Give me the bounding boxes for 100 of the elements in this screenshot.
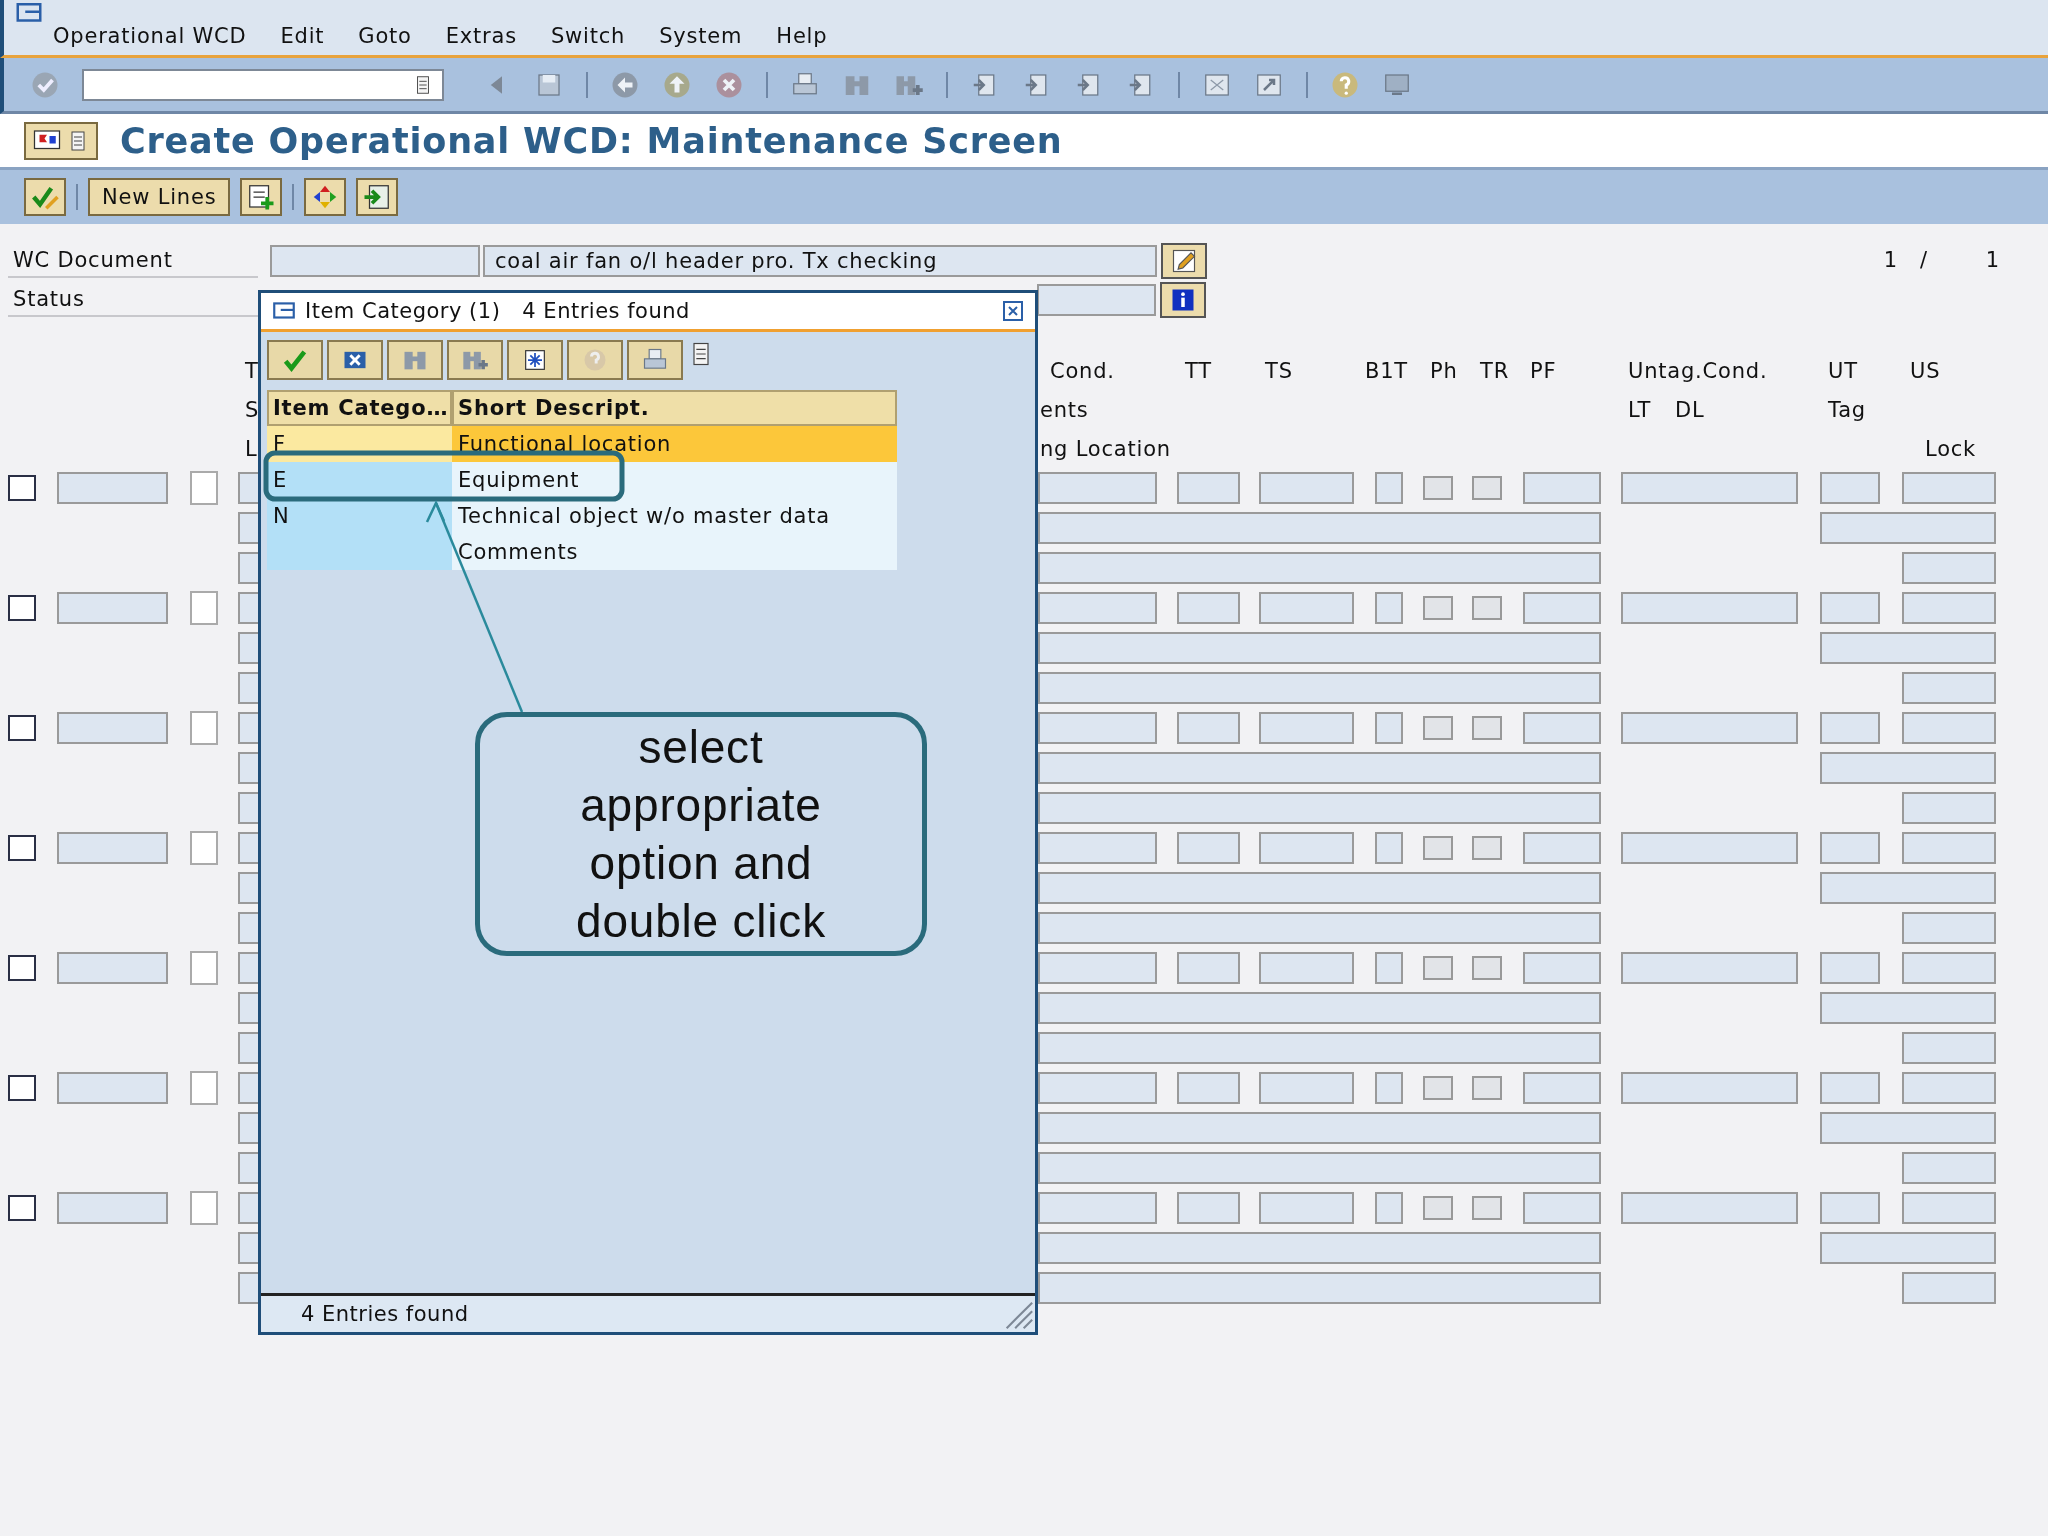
input-field[interactable] xyxy=(190,1191,218,1225)
screen-button[interactable] xyxy=(24,121,98,160)
binoculars-button[interactable] xyxy=(387,340,443,380)
input-field[interactable] xyxy=(1820,872,1996,904)
checkbox[interactable] xyxy=(1472,1076,1502,1100)
checkbox[interactable] xyxy=(8,475,36,501)
input-field[interactable] xyxy=(57,712,168,744)
input-field[interactable] xyxy=(1820,1072,1880,1104)
input-field[interactable] xyxy=(1621,472,1798,504)
input-field[interactable] xyxy=(1820,952,1880,984)
description-field[interactable]: coal air fan o/l header pro. Tx checking xyxy=(483,245,1157,277)
input-field[interactable] xyxy=(1259,472,1354,504)
input-field[interactable] xyxy=(1375,712,1403,744)
cancel-button[interactable] xyxy=(327,340,383,380)
check-button[interactable] xyxy=(267,340,323,380)
input-field[interactable] xyxy=(1259,1072,1354,1104)
checkbox[interactable] xyxy=(1423,716,1453,740)
input-field[interactable] xyxy=(1375,1192,1403,1224)
checkbox[interactable] xyxy=(8,955,36,981)
input-field[interactable] xyxy=(57,592,168,624)
input-field[interactable] xyxy=(1259,832,1354,864)
input-field[interactable] xyxy=(1820,472,1880,504)
input-field[interactable] xyxy=(238,992,260,1024)
input-field[interactable] xyxy=(1621,952,1798,984)
input-field[interactable] xyxy=(1902,592,1996,624)
input-field[interactable] xyxy=(1820,512,1996,544)
edit-button[interactable] xyxy=(1161,243,1207,279)
input-field[interactable] xyxy=(1038,1272,1601,1304)
input-field[interactable] xyxy=(1902,1072,1996,1104)
input-field[interactable] xyxy=(1038,832,1157,864)
input-field[interactable] xyxy=(1820,1232,1996,1264)
input-field[interactable] xyxy=(1902,1192,1996,1224)
input-field[interactable] xyxy=(1038,1192,1157,1224)
input-field[interactable] xyxy=(57,1192,168,1224)
input-field[interactable] xyxy=(1375,592,1403,624)
input-field[interactable] xyxy=(1902,1152,1996,1184)
input-field[interactable] xyxy=(238,1152,260,1184)
input-field[interactable] xyxy=(1523,1072,1601,1104)
input-field[interactable] xyxy=(270,245,480,277)
input-field[interactable] xyxy=(1820,1112,1996,1144)
input-field[interactable] xyxy=(1621,712,1798,744)
list-row[interactable]: N Technical object w/o master data xyxy=(267,498,897,534)
input-field[interactable] xyxy=(1038,952,1157,984)
input-field[interactable] xyxy=(1902,1272,1996,1304)
input-field[interactable] xyxy=(1375,832,1403,864)
input-field[interactable] xyxy=(1177,472,1240,504)
input-field[interactable] xyxy=(1902,912,1996,944)
checkbox[interactable] xyxy=(8,1075,36,1101)
input-field[interactable] xyxy=(238,1192,260,1224)
input-field[interactable] xyxy=(1820,592,1880,624)
checkbox[interactable] xyxy=(1472,836,1502,860)
checkbox[interactable] xyxy=(1472,716,1502,740)
checkbox[interactable] xyxy=(8,715,36,741)
input-field[interactable] xyxy=(57,952,168,984)
input-field[interactable] xyxy=(1621,1072,1798,1104)
input-field[interactable] xyxy=(1038,752,1601,784)
checkbox[interactable] xyxy=(1423,596,1453,620)
menu-item[interactable]: Operational WCD xyxy=(53,24,247,48)
close-icon[interactable] xyxy=(1001,299,1025,323)
input-field[interactable] xyxy=(1902,792,1996,824)
input-field[interactable] xyxy=(190,1071,218,1105)
input-field[interactable] xyxy=(1259,592,1354,624)
input-field[interactable] xyxy=(1038,552,1601,584)
input-field[interactable] xyxy=(1038,712,1157,744)
checkbox[interactable] xyxy=(1472,596,1502,620)
input-field[interactable] xyxy=(238,1232,260,1264)
input-field[interactable] xyxy=(1820,992,1996,1024)
input-field[interactable] xyxy=(1820,1192,1880,1224)
menu-item[interactable]: Help xyxy=(776,24,828,48)
input-field[interactable] xyxy=(238,752,260,784)
input-field[interactable] xyxy=(1621,1192,1798,1224)
input-field[interactable] xyxy=(1038,592,1157,624)
check-button[interactable] xyxy=(24,178,66,216)
input-field[interactable] xyxy=(1177,1072,1240,1104)
checkbox[interactable] xyxy=(1472,1196,1502,1220)
input-field[interactable] xyxy=(1820,712,1880,744)
list-row[interactable]: Comments xyxy=(267,534,897,570)
input-field[interactable] xyxy=(1523,952,1601,984)
input-field[interactable] xyxy=(1038,472,1157,504)
input-field[interactable] xyxy=(190,591,218,625)
input-field[interactable] xyxy=(1523,832,1601,864)
input-field[interactable] xyxy=(238,672,260,704)
list-row[interactable]: E Equipment xyxy=(267,462,897,498)
input-field[interactable] xyxy=(238,512,260,544)
checkbox[interactable] xyxy=(1472,956,1502,980)
menu-item[interactable]: Goto xyxy=(358,24,412,48)
input-field[interactable] xyxy=(1902,552,1996,584)
input-field[interactable] xyxy=(1038,512,1601,544)
input-field[interactable] xyxy=(1375,1072,1403,1104)
input-field[interactable] xyxy=(57,1072,168,1104)
input-field[interactable] xyxy=(1259,712,1354,744)
input-field[interactable] xyxy=(1038,632,1601,664)
input-field[interactable] xyxy=(190,711,218,745)
input-field[interactable] xyxy=(1523,592,1601,624)
command-field[interactable] xyxy=(82,68,444,101)
input-field[interactable] xyxy=(1177,832,1240,864)
input-field[interactable] xyxy=(1621,592,1798,624)
input-field[interactable] xyxy=(190,831,218,865)
input-field[interactable] xyxy=(1037,284,1156,316)
input-field[interactable] xyxy=(238,872,260,904)
